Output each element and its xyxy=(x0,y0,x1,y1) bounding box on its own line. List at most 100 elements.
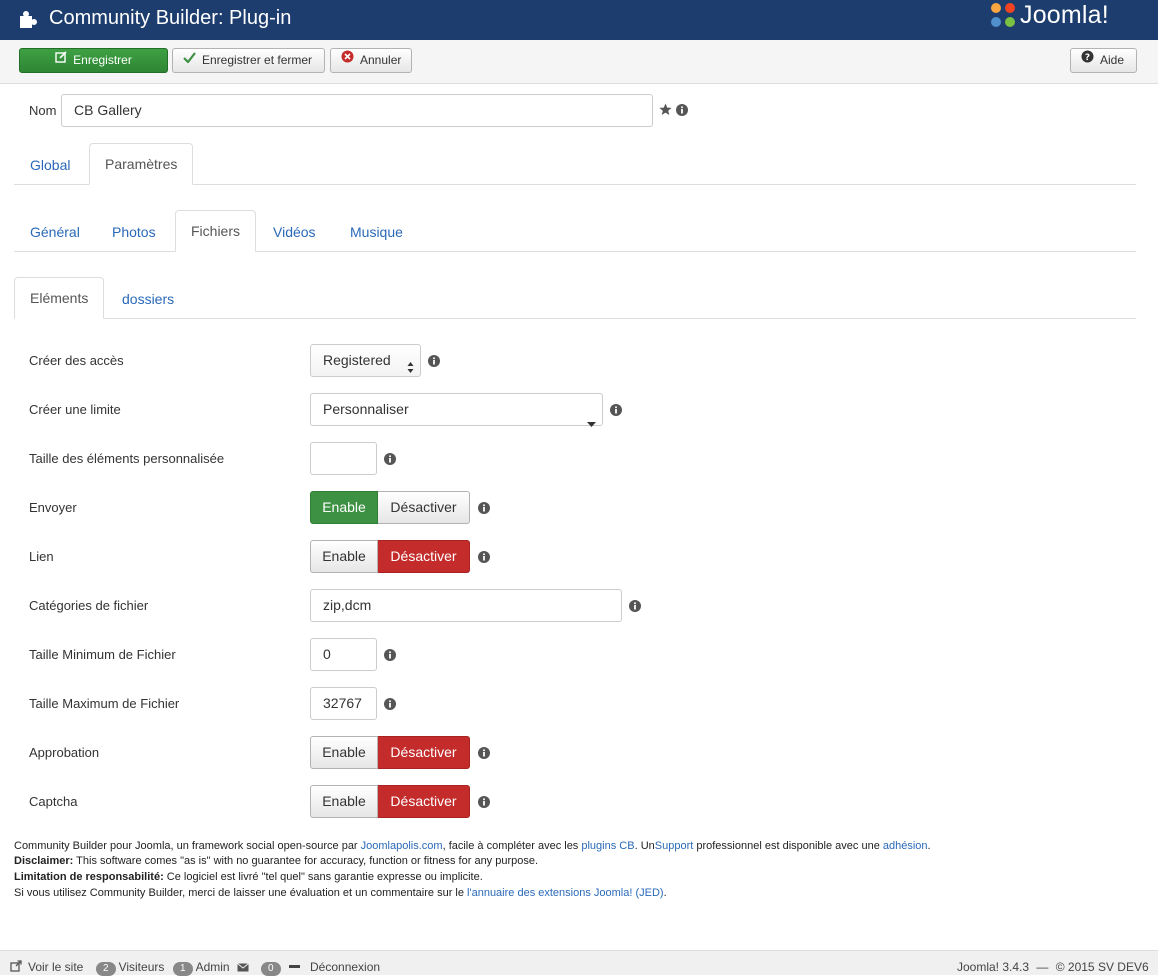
version-info: Joomla! 3.4.3 — © 2015 SV DEV6 xyxy=(957,960,1149,974)
cancel-icon xyxy=(341,48,354,71)
footer-text: professionnel est disponible avec une xyxy=(693,840,883,852)
footer-line-limitation: Limitation de responsabilité: Ce logicie… xyxy=(14,871,483,884)
view-site-link[interactable]: Voir le site xyxy=(10,960,83,975)
toolbar: Enregistrer Enregistrer et fermer Annule… xyxy=(0,40,1158,84)
link-toggle: Enable Désactiver xyxy=(310,540,470,573)
custom-size-input[interactable] xyxy=(310,442,377,475)
question-icon: ? xyxy=(1081,48,1094,71)
edit-icon xyxy=(55,48,67,71)
select-arrows-icon xyxy=(407,354,414,385)
file-categories-label: Catégories de fichier xyxy=(29,598,149,613)
admin-label: Admin xyxy=(195,960,230,974)
joomla-logo-icon xyxy=(987,0,1019,35)
footer-text: Community Builder pour Joomla, un framew… xyxy=(14,840,361,852)
disclaimer-heading: Disclaimer: xyxy=(14,855,74,867)
name-input[interactable]: CB Gallery xyxy=(61,94,653,127)
create-access-value: Registered xyxy=(323,352,391,368)
puzzle-icon xyxy=(17,9,37,34)
create-limit-select[interactable]: Personnaliser xyxy=(310,393,603,427)
membership-link[interactable]: adhésion xyxy=(883,840,928,852)
visitors-badge: 2 xyxy=(96,962,116,976)
visitors-label: Visiteurs xyxy=(118,960,165,974)
separator: — xyxy=(1036,960,1049,974)
tab-fichiers[interactable]: Fichiers xyxy=(175,210,256,252)
admin-indicator: 1 Admin xyxy=(173,960,249,976)
info-icon[interactable] xyxy=(629,599,641,617)
footer-line-disclaimer: Disclaimer: This software comes "as is" … xyxy=(14,855,538,868)
link-label: Lien xyxy=(29,549,54,564)
min-size-input[interactable]: 0 xyxy=(310,638,377,671)
info-icon[interactable] xyxy=(428,354,440,372)
logout-link[interactable]: Déconnexion xyxy=(310,960,380,974)
approval-enable-option[interactable]: Enable xyxy=(310,736,378,769)
min-size-label: Taille Minimum de Fichier xyxy=(29,647,176,662)
copyright-label: © 2015 SV DEV6 xyxy=(1055,960,1149,974)
info-icon[interactable] xyxy=(478,795,490,813)
view-site-label: Voir le site xyxy=(28,960,84,974)
limitation-text: Ce logiciel est livré "tel quel" sans ga… xyxy=(163,871,483,883)
save-button[interactable]: Enregistrer xyxy=(19,48,168,73)
cancel-button[interactable]: Annuler xyxy=(330,48,412,73)
joomla-logo-text: Joomla! xyxy=(1020,1,1109,29)
approval-disable-option[interactable]: Désactiver xyxy=(378,736,470,769)
footer-line-review: Si vous utilisez Community Builder, merc… xyxy=(14,887,667,900)
send-enable-option[interactable]: Enable xyxy=(310,491,378,524)
tab-musique[interactable]: Musique xyxy=(335,224,418,240)
tab-global[interactable]: Global xyxy=(15,157,85,173)
star-icon[interactable] xyxy=(659,103,672,121)
info-icon[interactable] xyxy=(478,501,490,519)
support-link[interactable]: Support xyxy=(655,840,694,852)
file-categories-input[interactable]: zip,dcm xyxy=(310,589,622,622)
messages-indicator[interactable]: 0 xyxy=(261,960,300,976)
save-close-button[interactable]: Enregistrer et fermer xyxy=(172,48,325,73)
custom-size-label: Taille des éléments personnalisée xyxy=(29,451,225,466)
info-icon[interactable] xyxy=(478,550,490,568)
create-access-label: Créer des accès xyxy=(29,353,124,368)
joomlapolis-link[interactable]: Joomlapolis.com xyxy=(361,840,443,852)
send-disable-option[interactable]: Désactiver xyxy=(378,491,470,524)
help-label: Aide xyxy=(1100,53,1125,67)
create-limit-value: Personnaliser xyxy=(323,401,409,417)
plugins-cb-link[interactable]: plugins CB xyxy=(581,840,634,852)
info-icon[interactable] xyxy=(384,697,396,715)
name-label: Nom xyxy=(29,103,57,118)
create-limit-label: Créer une limite xyxy=(29,402,121,417)
limitation-heading: Limitation de responsabilité: xyxy=(14,871,164,883)
check-icon xyxy=(183,48,196,71)
status-bar: Voir le site 2 Visiteurs 1 Admin 0 Déconne… xyxy=(0,950,1158,976)
help-button[interactable]: ? Aide xyxy=(1070,48,1137,73)
minus-icon xyxy=(288,964,300,968)
visitors-indicator: 2 Visiteurs xyxy=(96,960,164,976)
info-icon[interactable] xyxy=(676,103,688,121)
svg-text:?: ? xyxy=(1085,53,1090,63)
footer-line-credits: Community Builder pour Joomla, un framew… xyxy=(14,840,931,853)
max-size-input[interactable]: 32767 xyxy=(310,687,377,720)
create-access-select[interactable]: Registered xyxy=(310,344,421,377)
send-toggle: Enable Désactiver xyxy=(310,491,470,524)
jed-link[interactable]: l'annuaire des extensions Joomla! (JED) xyxy=(467,887,664,899)
link-enable-option[interactable]: Enable xyxy=(310,540,378,573)
captcha-label: Captcha xyxy=(29,794,78,809)
info-icon[interactable] xyxy=(384,452,396,470)
info-icon[interactable] xyxy=(478,746,490,764)
info-icon[interactable] xyxy=(384,648,396,666)
tab-dossiers[interactable]: dossiers xyxy=(107,291,189,307)
disclaimer-text: This software comes "as is" with no guar… xyxy=(73,855,539,867)
tab-photos[interactable]: Photos xyxy=(97,224,171,240)
tab-parametres[interactable]: Paramètres xyxy=(89,143,193,185)
tab-elements[interactable]: Eléments xyxy=(14,277,104,319)
save-label: Enregistrer xyxy=(73,53,132,67)
approval-label: Approbation xyxy=(29,745,100,760)
app-header: Community Builder: Plug-in Joomla! xyxy=(0,0,1158,40)
link-disable-option[interactable]: Désactiver xyxy=(378,540,470,573)
send-label: Envoyer xyxy=(29,500,77,515)
info-icon[interactable] xyxy=(610,403,622,421)
approval-toggle: Enable Désactiver xyxy=(310,736,470,769)
external-link-icon xyxy=(10,960,22,975)
tab-videos[interactable]: Vidéos xyxy=(258,224,331,240)
footer-text: . Un xyxy=(634,840,655,852)
captcha-disable-option[interactable]: Désactiver xyxy=(378,785,470,818)
dropdown-caret-icon xyxy=(587,407,596,438)
captcha-enable-option[interactable]: Enable xyxy=(310,785,378,818)
tab-general[interactable]: Général xyxy=(15,224,95,240)
